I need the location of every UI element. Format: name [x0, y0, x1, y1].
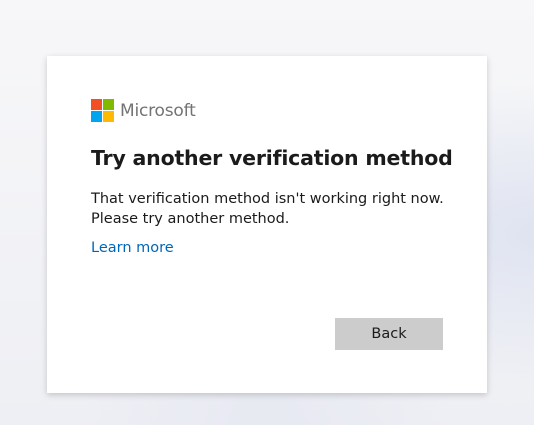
error-message: That verification method isn't working r…	[91, 189, 451, 229]
logo-square-blue	[91, 111, 102, 122]
microsoft-logo-icon	[91, 99, 114, 122]
logo-square-green	[103, 99, 114, 110]
page: { "brand": { "name": "Microsoft", "logo_…	[0, 0, 534, 425]
error-message-line-1: That verification method isn't working r…	[91, 191, 444, 207]
back-button[interactable]: Back	[335, 318, 443, 350]
brand-name: Microsoft	[120, 100, 196, 121]
error-message-line-2: Please try another method.	[91, 211, 290, 227]
verification-dialog: Microsoft Try another verification metho…	[47, 56, 487, 393]
page-title: Try another verification method	[91, 146, 453, 170]
microsoft-logo: Microsoft	[91, 99, 196, 122]
logo-square-yellow	[103, 111, 114, 122]
logo-square-red	[91, 99, 102, 110]
learn-more-link[interactable]: Learn more	[91, 240, 174, 256]
